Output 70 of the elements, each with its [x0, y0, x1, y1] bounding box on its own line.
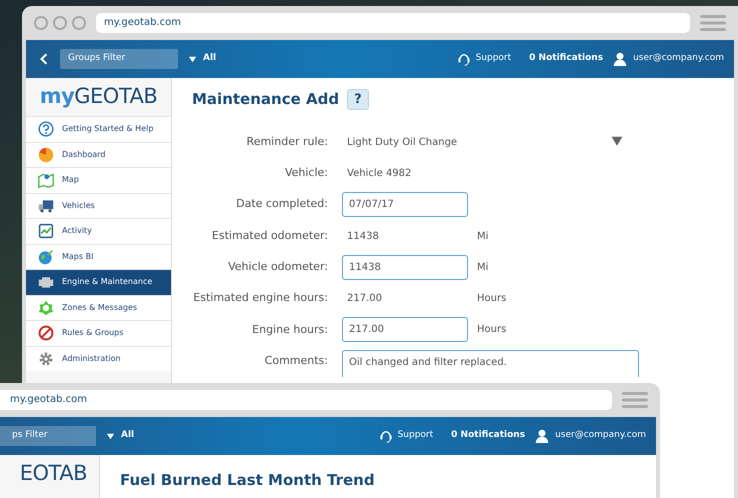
address-bar[interactable]: my.geotab.com	[0, 390, 612, 410]
field-label: Reminder rule:	[246, 134, 329, 150]
page-title: Maintenance Add	[192, 89, 340, 110]
field-label: Estimated odometer:	[210, 228, 329, 244]
caret-icon	[188, 54, 197, 64]
engine-icon	[38, 274, 54, 290]
headset-icon	[378, 428, 393, 444]
notifications-link[interactable]: 0 Notifications	[451, 429, 526, 443]
dropdown-arrow-icon[interactable]	[610, 134, 624, 147]
dropdown-value[interactable]: Light Duty Oil Change	[347, 134, 458, 150]
comments-field[interactable]: Oil changed and filter replaced.	[342, 350, 639, 377]
globe-icon	[38, 248, 54, 265]
line-chart-icon	[38, 223, 54, 240]
headset-icon	[456, 51, 471, 67]
pie-chart-icon	[38, 146, 54, 163]
sidebar-item[interactable]: Administration	[26, 346, 171, 371]
unit-label: Hours	[477, 292, 506, 306]
star-icon	[38, 300, 54, 316]
user-menu[interactable]: user@company.com	[633, 52, 724, 66]
user-icon	[535, 428, 550, 444]
logo: myGEOTAB	[38, 83, 158, 110]
field-label: Engine hours:	[251, 322, 329, 338]
map-icon	[38, 172, 54, 188]
user-menu[interactable]: user@company.com	[555, 429, 646, 443]
field-value: 217.00	[346, 292, 383, 306]
field-label: Comments:	[264, 352, 329, 369]
field-label: Vehicle odometer:	[227, 259, 329, 276]
logo: EOTAB	[20, 460, 87, 488]
settings-icon	[38, 350, 54, 367]
window-control[interactable]	[34, 16, 48, 30]
sidebar-item[interactable]: Dashboard	[26, 142, 171, 167]
help-button[interactable]: ?	[347, 88, 369, 110]
sidebar-item[interactable]: Activity	[26, 218, 171, 244]
no-entry-icon	[38, 325, 54, 342]
sidebar-item[interactable]: Vehicles	[26, 192, 171, 218]
support-link[interactable]: Support	[398, 429, 434, 443]
input-field[interactable]: 11438	[342, 254, 468, 280]
support-link[interactable]: Support	[476, 52, 512, 66]
window-control[interactable]	[53, 16, 67, 30]
input-field[interactable]: 217.00	[342, 317, 468, 342]
field-value: 11438	[346, 230, 380, 244]
back-icon	[38, 51, 50, 67]
field-label: Vehicle:	[284, 165, 329, 182]
unit-label: Hours	[477, 323, 506, 338]
field-value: Vehicle 4982	[346, 166, 412, 181]
address-bar[interactable]: my.geotab.com	[96, 13, 690, 33]
notifications-link[interactable]: 0 Notifications	[529, 52, 604, 66]
groups-filter-field[interactable]: ps Filter	[0, 426, 96, 446]
window-control[interactable]	[72, 16, 86, 30]
unit-label: Mi	[477, 260, 488, 275]
sidebar-item[interactable]: Rules & Groups	[26, 320, 171, 346]
input-field[interactable]: 07/07/17	[342, 192, 468, 218]
truck-icon	[38, 198, 54, 214]
sidebar-item[interactable]: Maps BI	[26, 244, 171, 269]
sidebar-item[interactable]: Zones & Messages	[26, 294, 171, 320]
help-icon	[38, 121, 54, 138]
field-label: Estimated engine hours:	[192, 290, 329, 306]
filter-value[interactable]: All	[203, 52, 216, 66]
unit-label: Mi	[477, 230, 488, 244]
menu-icon[interactable]	[622, 390, 648, 410]
page-title: Fuel Burned Last Month Trend	[120, 470, 376, 491]
groups-filter-field[interactable]: Groups Filter	[60, 49, 178, 69]
sidebar-item[interactable]: Engine & Maintenance	[26, 269, 171, 294]
sidebar-item[interactable]: Map	[26, 167, 171, 192]
sidebar-item[interactable]: Getting Started & Help	[26, 116, 171, 142]
user-icon	[613, 51, 628, 67]
menu-icon[interactable]	[700, 13, 726, 33]
filter-value[interactable]: All	[121, 429, 134, 443]
caret-icon	[106, 432, 115, 440]
field-label: Date completed:	[235, 196, 329, 212]
